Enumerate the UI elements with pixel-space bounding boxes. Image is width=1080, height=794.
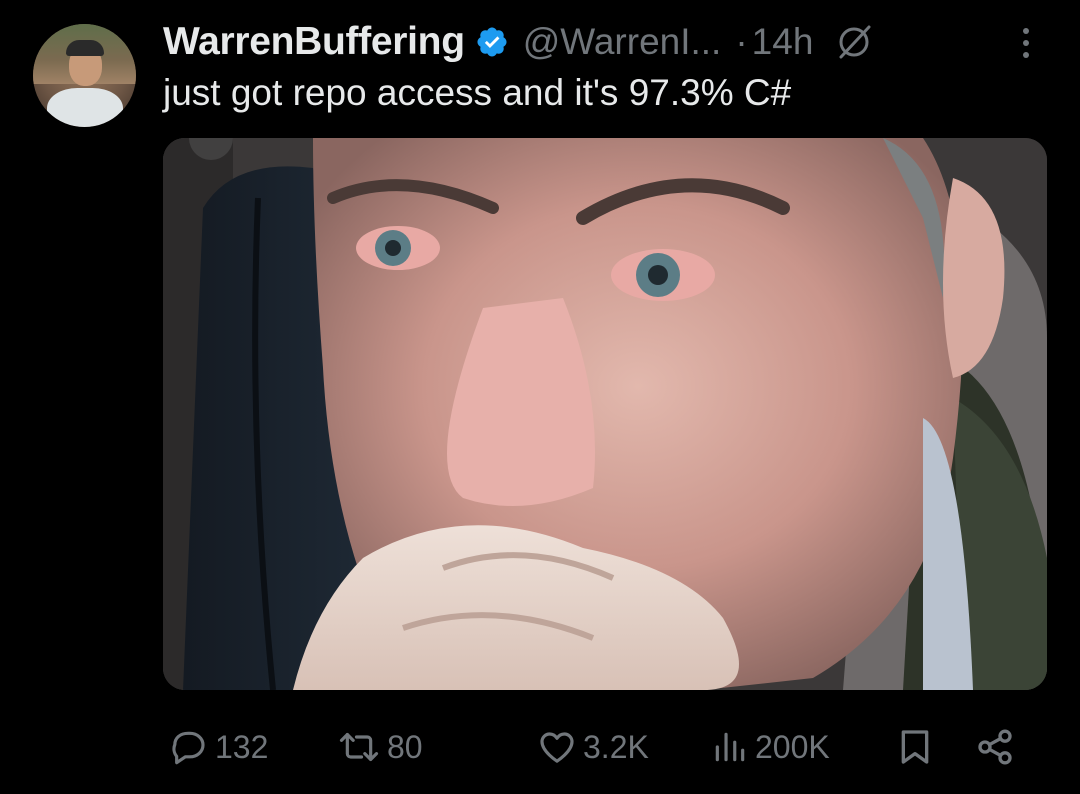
- tweet-actions: 132 80 3.2K 200K: [163, 722, 1033, 772]
- retweet-button[interactable]: 80: [337, 722, 423, 772]
- verified-badge-icon: [475, 25, 509, 59]
- retweet-icon: [337, 727, 381, 767]
- bookmark-icon: [895, 726, 935, 768]
- views-icon: [711, 727, 749, 767]
- like-button[interactable]: 3.2K: [537, 722, 649, 772]
- reply-button[interactable]: 132: [169, 722, 268, 772]
- grok-icon[interactable]: [835, 23, 873, 61]
- avatar-body: [47, 88, 123, 127]
- reply-count: 132: [215, 728, 269, 765]
- views-count: 200K: [755, 728, 830, 765]
- author-handle[interactable]: @WarrenI...: [523, 21, 722, 63]
- avatar-cap: [66, 40, 104, 56]
- author-name[interactable]: WarrenBuffering: [163, 20, 465, 64]
- reply-icon: [169, 727, 209, 767]
- share-button[interactable]: [975, 722, 1015, 772]
- share-icon: [975, 727, 1015, 767]
- views-button[interactable]: 200K: [711, 722, 830, 772]
- like-count: 3.2K: [583, 728, 649, 765]
- heart-icon: [537, 727, 577, 767]
- tweet-photo: [163, 138, 1047, 690]
- avatar[interactable]: [33, 24, 136, 127]
- tweet-header: WarrenBuffering @WarrenI... · 14h: [163, 18, 873, 66]
- tweet-text: just got repo access and it's 97.3% C#: [163, 72, 792, 113]
- timestamp[interactable]: 14h: [752, 21, 814, 63]
- bookmark-button[interactable]: [895, 722, 935, 772]
- more-vertical-icon[interactable]: [1016, 24, 1036, 66]
- tweet-image[interactable]: [163, 138, 1047, 690]
- separator-dot: ·: [735, 21, 748, 62]
- retweet-count: 80: [387, 728, 423, 765]
